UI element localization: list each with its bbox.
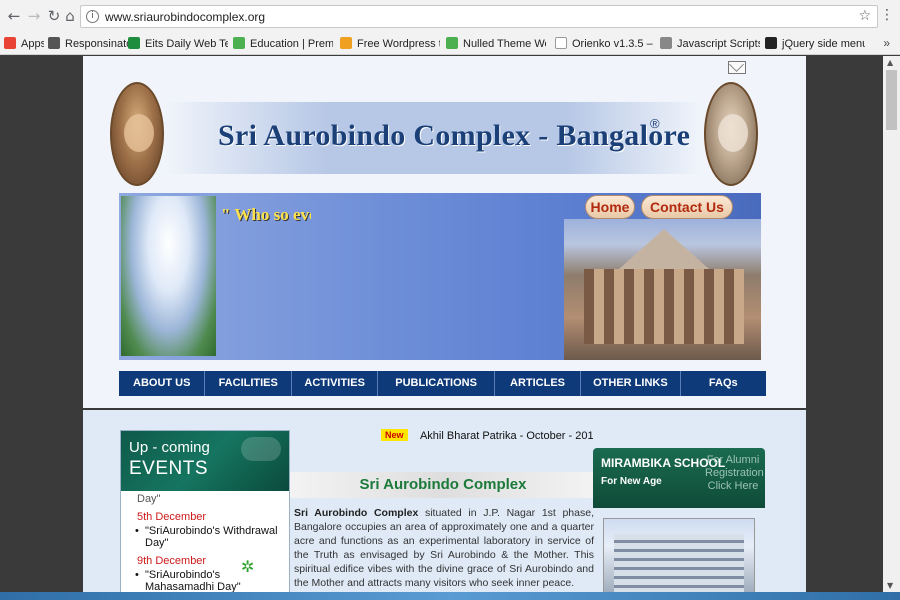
event-item[interactable]: "SriAurobindo's Withdrawal Day" xyxy=(135,525,289,549)
bookmark-icon xyxy=(128,37,140,49)
bookmark-icon xyxy=(765,37,777,49)
forward-arrow-icon[interactable]: → xyxy=(24,6,44,26)
url-text[interactable]: www.sriaurobindocomplex.org xyxy=(105,10,265,24)
back-arrow-icon[interactable]: ← xyxy=(4,6,24,26)
mother-portrait xyxy=(110,82,164,186)
event-cutoff-text: Day" xyxy=(137,493,161,505)
address-bar[interactable]: i www.sriaurobindocomplex.org ☆ xyxy=(80,5,878,28)
marquee-text: " Who so eve xyxy=(221,205,311,224)
content-paragraph: Sri Aurobindo Complex situated in J.P. N… xyxy=(290,498,596,590)
bookmark-label: Orienko v1.3.5 – Woo xyxy=(572,38,655,50)
bookmark-item[interactable]: Javascript Scripts, Fre xyxy=(660,36,760,52)
info-icon[interactable]: i xyxy=(86,10,99,23)
bookmark-item[interactable]: jQuery side menu Plu xyxy=(765,36,865,52)
bookmark-icon xyxy=(446,37,458,49)
building-image xyxy=(564,219,761,360)
page-viewport: Sri Aurobindo Complex - Bangalore ® " Wh… xyxy=(0,56,900,592)
content-lead: Sri Aurobindo Complex xyxy=(294,507,419,519)
events-list: Day" 5th December "SriAurobindo's Withdr… xyxy=(121,491,289,592)
school-building-image xyxy=(603,518,755,592)
menu-dots-icon[interactable]: ⋮ xyxy=(880,7,894,23)
mirambika-panel: MIRAMBIKA SCHOOL For New Age For Alumni … xyxy=(593,448,765,592)
main-menu: ABOUT US FACILITIES ACTIVITIES PUBLICATI… xyxy=(119,371,766,396)
news-ticker[interactable]: New Akhil Bharat Patrika - October - 201… xyxy=(293,429,593,445)
bookmark-label: Eits Daily Web Team xyxy=(145,38,228,50)
bookmark-item[interactable]: Education | Premium xyxy=(233,36,333,52)
bookmark-icon xyxy=(48,37,60,49)
bookmarks-more-button[interactable]: » xyxy=(883,36,890,50)
home-button[interactable]: Home xyxy=(585,195,635,219)
registered-mark: ® xyxy=(650,116,660,131)
mail-icon[interactable] xyxy=(728,61,746,74)
bookmark-icon xyxy=(340,37,352,49)
sri-aurobindo-portrait xyxy=(704,82,758,186)
bookmark-icon xyxy=(4,37,16,49)
scroll-down-icon[interactable]: ▼ xyxy=(887,581,893,590)
browser-toolbar: ← → ↻ ⌂ i www.sriaurobindocomplex.org ☆ … xyxy=(0,0,900,33)
header-panel: Sri Aurobindo Complex - Bangalore ® " Wh… xyxy=(83,56,806,408)
menu-about-us[interactable]: ABOUT US xyxy=(119,371,206,396)
menu-activities[interactable]: ACTIVITIES xyxy=(292,371,379,396)
menu-faqs[interactable]: FAQs xyxy=(681,371,766,396)
event-item[interactable]: "SriAurobindo's Mahasamadhi Day" xyxy=(135,569,289,592)
bookmark-label: Free Wordpress them xyxy=(357,38,440,50)
content-area: Up - coming EVENTS Day" 5th December "Sr… xyxy=(83,410,806,592)
os-taskbar xyxy=(0,592,900,600)
bookmark-label: jQuery side menu Plu xyxy=(782,38,865,50)
bookmark-label: Education | Premium xyxy=(250,38,333,50)
bookmark-icon xyxy=(233,37,245,49)
content-body: situated in J.P. Nagar 1st phase, Bangal… xyxy=(294,507,594,589)
bookmark-item[interactable]: Apps xyxy=(4,36,44,52)
news-text[interactable]: Akhil Bharat Patrika - October - 2017 (K… xyxy=(420,430,593,442)
scroll-up-icon[interactable]: ▲ xyxy=(887,58,893,67)
events-title: EVENTS xyxy=(129,458,209,479)
main-content: Sri Aurobindo Complex Sri Aurobindo Comp… xyxy=(290,472,596,592)
home-icon[interactable]: ⌂ xyxy=(60,6,80,26)
bookmark-label: Responsinator xyxy=(65,38,136,50)
menu-publications[interactable]: PUBLICATIONS xyxy=(378,371,495,396)
bookmark-item[interactable]: Eits Daily Web Team xyxy=(128,36,228,52)
smiley-icon: ✲ xyxy=(241,557,255,576)
fountain-image xyxy=(121,196,216,356)
events-decoration xyxy=(241,437,281,461)
events-panel: Up - coming EVENTS Day" 5th December "Sr… xyxy=(120,430,290,592)
alumni-registration-link[interactable]: For Alumni Registration Click Here xyxy=(705,454,764,493)
bookmark-icon xyxy=(555,37,567,49)
bookmarks-bar: » Apps Responsinator Eits Daily Web Team Ed… xyxy=(0,33,900,55)
scroll-thumb[interactable] xyxy=(886,70,897,130)
vertical-scrollbar[interactable]: ▲ ▼ xyxy=(883,56,900,592)
hero-banner: " Who so eve Home Contact Us xyxy=(119,193,761,360)
menu-articles[interactable]: ARTICLES xyxy=(495,371,582,396)
bookmark-label: Nulled Theme Wordp xyxy=(463,38,546,50)
bookmark-label: Javascript Scripts, Fre xyxy=(677,38,760,50)
content-title: Sri Aurobindo Complex xyxy=(290,472,596,498)
bookmark-label: Apps xyxy=(21,38,44,50)
contact-us-button[interactable]: Contact Us xyxy=(641,195,733,219)
event-date: 5th December xyxy=(137,511,207,523)
events-header: Up - coming EVENTS xyxy=(121,431,289,491)
event-date: 9th December xyxy=(137,555,207,567)
bookmark-item[interactable]: Free Wordpress them xyxy=(340,36,440,52)
mirambika-header[interactable]: MIRAMBIKA SCHOOL For New Age For Alumni … xyxy=(593,448,765,508)
menu-facilities[interactable]: FACILITIES xyxy=(205,371,292,396)
site-title: Sri Aurobindo Complex - Bangalore xyxy=(218,119,691,152)
bookmark-item[interactable]: Orienko v1.3.5 – Woo xyxy=(555,36,655,52)
menu-other-links[interactable]: OTHER LINKS xyxy=(581,371,681,396)
new-badge: New xyxy=(381,429,408,441)
bookmark-item[interactable]: Nulled Theme Wordp xyxy=(446,36,546,52)
star-icon[interactable]: ☆ xyxy=(858,8,871,24)
bookmark-icon xyxy=(660,37,672,49)
